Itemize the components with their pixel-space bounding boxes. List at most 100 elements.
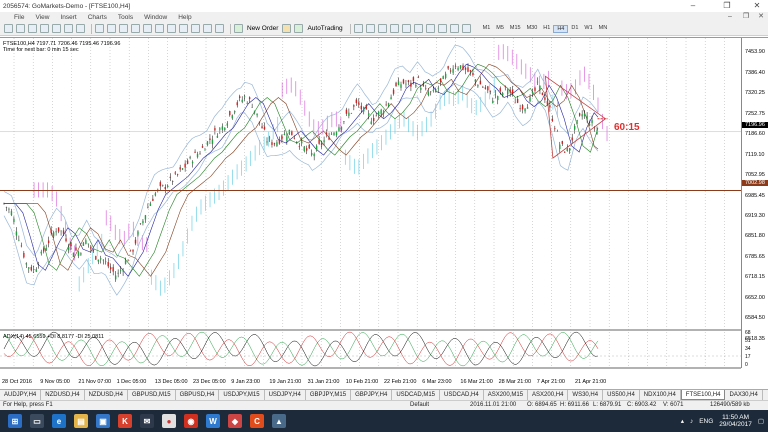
chart-tab[interactable]: FTSE100,H4 xyxy=(680,390,726,400)
app-k-icon[interactable]: K xyxy=(118,414,132,428)
timeframe-w1[interactable]: W1 xyxy=(581,25,595,33)
periods-icon[interactable] xyxy=(203,24,212,33)
text-label-icon[interactable] xyxy=(449,24,459,33)
zoom-out-icon[interactable] xyxy=(143,24,152,33)
menu-tools[interactable]: Tools xyxy=(118,14,133,21)
word-icon[interactable]: W xyxy=(206,414,220,428)
edge-icon[interactable]: e xyxy=(52,414,66,428)
chart-tab[interactable]: USDCAD,M15 xyxy=(392,390,440,400)
chart-tab[interactable]: ASX200,H4 xyxy=(528,390,569,400)
menu-window[interactable]: Window xyxy=(144,14,167,21)
chart-tab[interactable]: DAX30,H4 xyxy=(725,390,763,400)
channel-icon[interactable] xyxy=(413,24,423,33)
restore-icon[interactable]: ❐ xyxy=(716,0,738,12)
time-axis[interactable]: 28 Oct 2016 9 Nov 05:00 21 Nov 07:00 1 Dec … xyxy=(0,378,741,387)
candle-body xyxy=(97,259,99,262)
vertical-line-icon[interactable] xyxy=(377,24,387,33)
timeframe-m15[interactable]: M15 xyxy=(507,25,524,33)
tester-icon[interactable] xyxy=(76,24,85,33)
templates-icon[interactable] xyxy=(215,24,224,33)
timeframe-h1[interactable]: H1 xyxy=(540,25,553,33)
app-c-icon[interactable]: C xyxy=(250,414,264,428)
timeframe-m1[interactable]: M1 xyxy=(480,25,494,33)
task-view-icon[interactable]: ▭ xyxy=(30,414,44,428)
navigator-icon[interactable] xyxy=(52,24,61,33)
candle-body xyxy=(253,110,256,113)
candle-body xyxy=(489,90,492,92)
price-chart[interactable] xyxy=(0,38,768,390)
chart-tab[interactable]: GBPJPY,M15 xyxy=(306,390,352,400)
timeframe-d1[interactable]: D1 xyxy=(568,25,581,33)
timeframe-mn[interactable]: MN xyxy=(596,25,611,33)
candle-body xyxy=(444,73,447,79)
app-red-icon[interactable]: ◉ xyxy=(184,414,198,428)
clock[interactable]: 11:50 AM 29/04/2017 xyxy=(719,414,752,428)
menu-charts[interactable]: Charts xyxy=(88,14,107,21)
store-icon[interactable]: ▣ xyxy=(96,414,110,428)
candle-body xyxy=(335,132,338,136)
menu-help[interactable]: Help xyxy=(178,14,191,21)
candlesticks-icon[interactable] xyxy=(107,24,116,33)
mdi-restore-icon[interactable]: ❐ xyxy=(740,12,752,22)
autoscroll-icon[interactable] xyxy=(167,24,176,33)
chart-tab[interactable]: USDJPY,M15 xyxy=(219,390,265,400)
start-icon[interactable]: ⊞ xyxy=(8,414,22,428)
tile-windows-icon[interactable] xyxy=(155,24,164,33)
notifications-icon[interactable]: ▢ xyxy=(758,417,764,425)
cursor-icon[interactable] xyxy=(353,24,363,33)
menu-view[interactable]: View xyxy=(35,14,49,21)
chart-tab[interactable]: NZDUSD,H4 xyxy=(85,390,128,400)
chart-tab[interactable]: USDJPY,H4 xyxy=(265,390,306,400)
terminal-icon[interactable] xyxy=(64,24,73,33)
autotrading-button[interactable]: AutoTrading xyxy=(307,25,342,32)
horizontal-line-icon[interactable] xyxy=(389,24,399,33)
chrome-icon[interactable]: ● xyxy=(162,414,176,428)
volume-icon[interactable]: ♪ xyxy=(690,418,693,425)
data-window-icon[interactable] xyxy=(40,24,49,33)
bar-chart-icon[interactable] xyxy=(95,24,104,33)
chart-tab[interactable]: NZDUSD,H4 xyxy=(41,390,85,400)
chart-tab[interactable]: ASX200,M15 xyxy=(484,390,529,400)
chart-tab[interactable]: NDX100,H4 xyxy=(640,390,681,400)
fibonacci-icon[interactable] xyxy=(425,24,435,33)
timeframe-m5[interactable]: M5 xyxy=(493,25,507,33)
chart-tab[interactable]: GBPUSD,H4 xyxy=(176,390,220,400)
menu-insert[interactable]: Insert xyxy=(60,14,76,21)
new-chart-icon[interactable] xyxy=(4,24,13,33)
profiles-icon[interactable] xyxy=(16,24,25,33)
metatrader-icon[interactable]: ▲ xyxy=(272,414,286,428)
file-explorer-icon[interactable]: ▤ xyxy=(74,414,88,428)
time-tick-label: 31 Jan 21:00 xyxy=(307,379,340,385)
candle-body xyxy=(588,123,591,126)
minimize-icon[interactable]: – xyxy=(682,0,704,12)
new-order-button[interactable]: New Order xyxy=(247,25,278,32)
chart-tab[interactable]: GBPJPY,H4 xyxy=(351,390,393,400)
app-shield-icon[interactable]: ◆ xyxy=(228,414,242,428)
network-icon[interactable]: ▴ xyxy=(681,417,684,425)
indicators-icon[interactable] xyxy=(191,24,200,33)
menu-file[interactable]: File xyxy=(14,14,24,21)
chart-tab[interactable]: WS30,H4 xyxy=(568,390,604,400)
mdi-minimize-icon[interactable]: – xyxy=(724,12,736,22)
timeframe-h4[interactable]: H4 xyxy=(553,24,569,33)
zoom-in-icon[interactable] xyxy=(131,24,140,33)
chart-tab[interactable]: USDCAD,H4 xyxy=(440,390,484,400)
trendline-icon[interactable] xyxy=(401,24,411,33)
chart-tab[interactable]: US500,H4 xyxy=(603,390,640,400)
timeframe-m30[interactable]: M30 xyxy=(524,25,541,33)
moving-average-line xyxy=(4,63,599,277)
mdi-close-icon[interactable]: ✕ xyxy=(755,12,767,22)
language-indicator[interactable]: ENG xyxy=(699,418,713,425)
chart-tab[interactable]: GBPUSD,M15 xyxy=(128,390,176,400)
chart-shift-icon[interactable] xyxy=(179,24,188,33)
chart-tab[interactable]: AUDJPY,H4 xyxy=(0,390,42,400)
crosshair-icon[interactable] xyxy=(365,24,375,33)
mail-icon[interactable]: ✉ xyxy=(140,414,154,428)
arrows-icon[interactable] xyxy=(461,24,471,33)
chart-window[interactable]: FTSE100,H4 7197.71 7206.46 7195.46 7196.… xyxy=(0,37,768,389)
market-watch-icon[interactable] xyxy=(28,24,37,33)
price-axis[interactable]: 7453.90 7386.40 7320.25 7252.75 7186.60 7119.… xyxy=(741,38,768,368)
line-chart-icon[interactable] xyxy=(119,24,128,33)
close-icon[interactable]: ✕ xyxy=(746,0,768,12)
text-icon[interactable] xyxy=(437,24,447,33)
